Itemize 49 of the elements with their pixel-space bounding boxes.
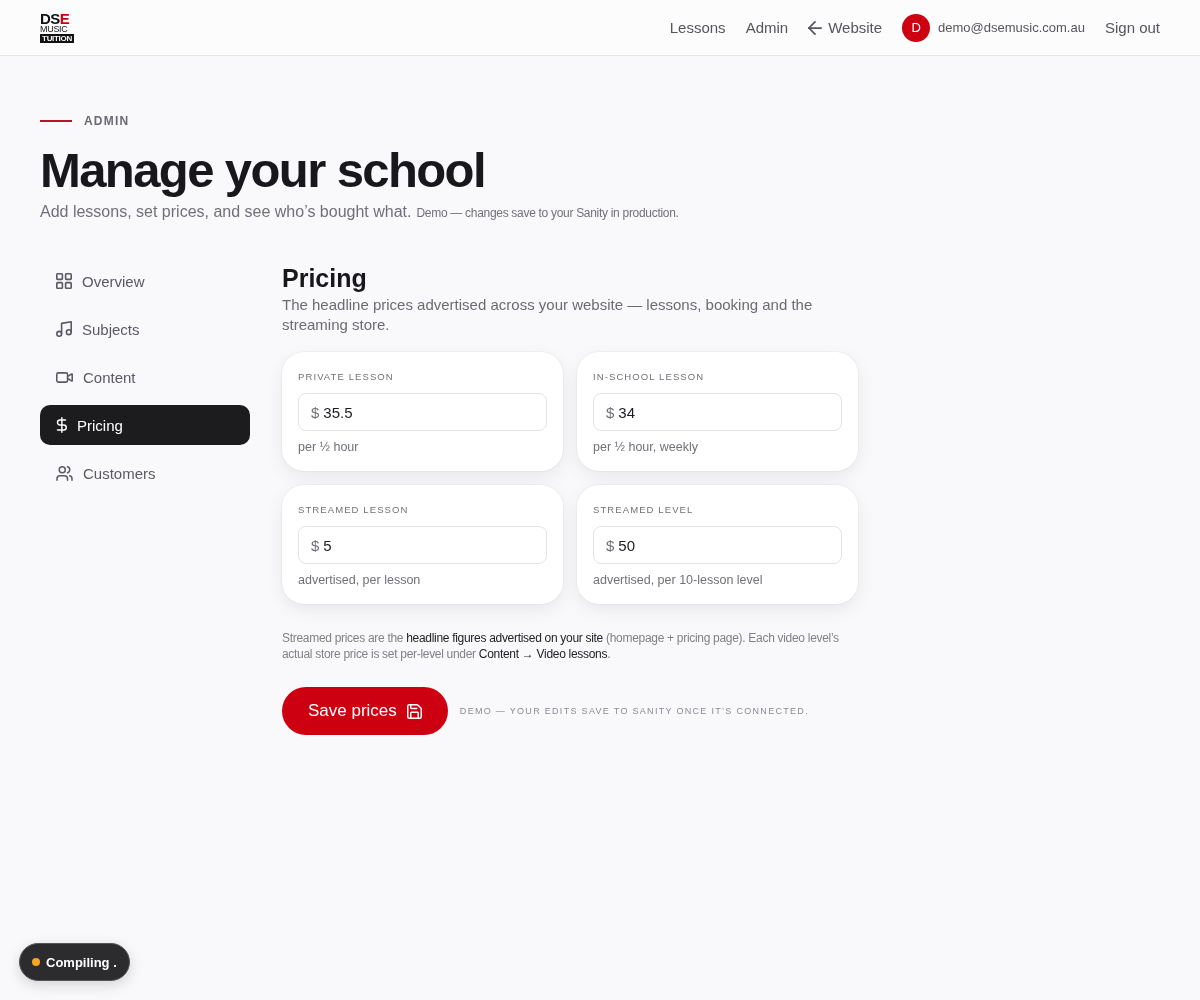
section-eyebrow: ADMIN (84, 114, 130, 128)
price-input[interactable]: 50 (618, 535, 829, 555)
price-field[interactable]: $ 5 (298, 526, 547, 564)
section-title: Pricing (282, 263, 367, 293)
sidebar-item[interactable]: Content (40, 357, 250, 397)
nav-link[interactable]: Admin (745, 19, 789, 36)
pricing-note: Streamed prices are the headline figures advertised on your site (homepage + pricing page). Each video level’s actual store price is set per-level under Content → Video lessons. (282, 630, 840, 662)
demo-note: Demo — changes save to your Sanity in production. (416, 206, 679, 220)
sidebar-item[interactable]: Overview (40, 261, 250, 301)
sidebar-item[interactable]: Subjects (40, 309, 250, 349)
nav-link[interactable]: Lessons (669, 19, 726, 36)
price-label: STREAMED LEVEL (593, 504, 695, 516)
build-status-text: Compiling . (46, 954, 117, 970)
price-field[interactable]: $ 50 (593, 526, 842, 564)
music-note-icon (56, 321, 72, 337)
users-icon (56, 465, 73, 481)
price-hint: per ½ hour, weekly (593, 439, 699, 455)
save-icon (406, 703, 422, 719)
price-field[interactable]: $ 35.5 (298, 393, 547, 431)
dollar-icon (56, 417, 67, 433)
price-hint: advertised, per 10-lesson level (593, 572, 764, 588)
price-label: PRIVATE LESSON (298, 371, 395, 383)
save-prices-button[interactable]: Save prices (282, 687, 448, 735)
currency-symbol: $ (311, 403, 320, 421)
logo[interactable]: DSE MUSIC TUITION (40, 12, 74, 43)
price-hint: advertised, per lesson (298, 572, 422, 588)
grid-icon (56, 273, 72, 289)
price-input[interactable]: 35.5 (323, 402, 534, 422)
avatar[interactable]: D (902, 13, 931, 42)
sidebar-item[interactable]: Pricing (40, 405, 250, 445)
user-email: demo@dsemusic.com.au (938, 20, 1085, 35)
currency-symbol: $ (311, 536, 320, 554)
sign-out-link[interactable]: Sign out (1104, 19, 1160, 36)
price-input[interactable]: 34 (618, 402, 829, 422)
page-subtitle: Add lessons, set prices, and see who’s bought what. (40, 203, 412, 221)
status-dot-icon (32, 958, 40, 966)
price-input[interactable]: 5 (323, 535, 534, 555)
price-field[interactable]: $ 34 (593, 393, 842, 431)
page-title: Manage your school (40, 142, 486, 199)
video-camera-icon (56, 371, 73, 383)
sidebar-item[interactable]: Customers (40, 453, 250, 493)
price-label: IN-SCHOOL LESSON (593, 371, 706, 383)
price-label: STREAMED LESSON (298, 504, 410, 516)
section-description: The headline prices advertised across your website — lessons, booking and the streaming store. (282, 295, 814, 335)
currency-symbol: $ (606, 536, 615, 554)
currency-symbol: $ (606, 403, 615, 421)
save-note: DEMO — YOUR EDITS SAVE TO SANITY ONCE IT’S CONNECTED. (459, 706, 809, 716)
website-link[interactable]: Website (808, 19, 883, 36)
price-hint: per ½ hour (298, 439, 360, 455)
